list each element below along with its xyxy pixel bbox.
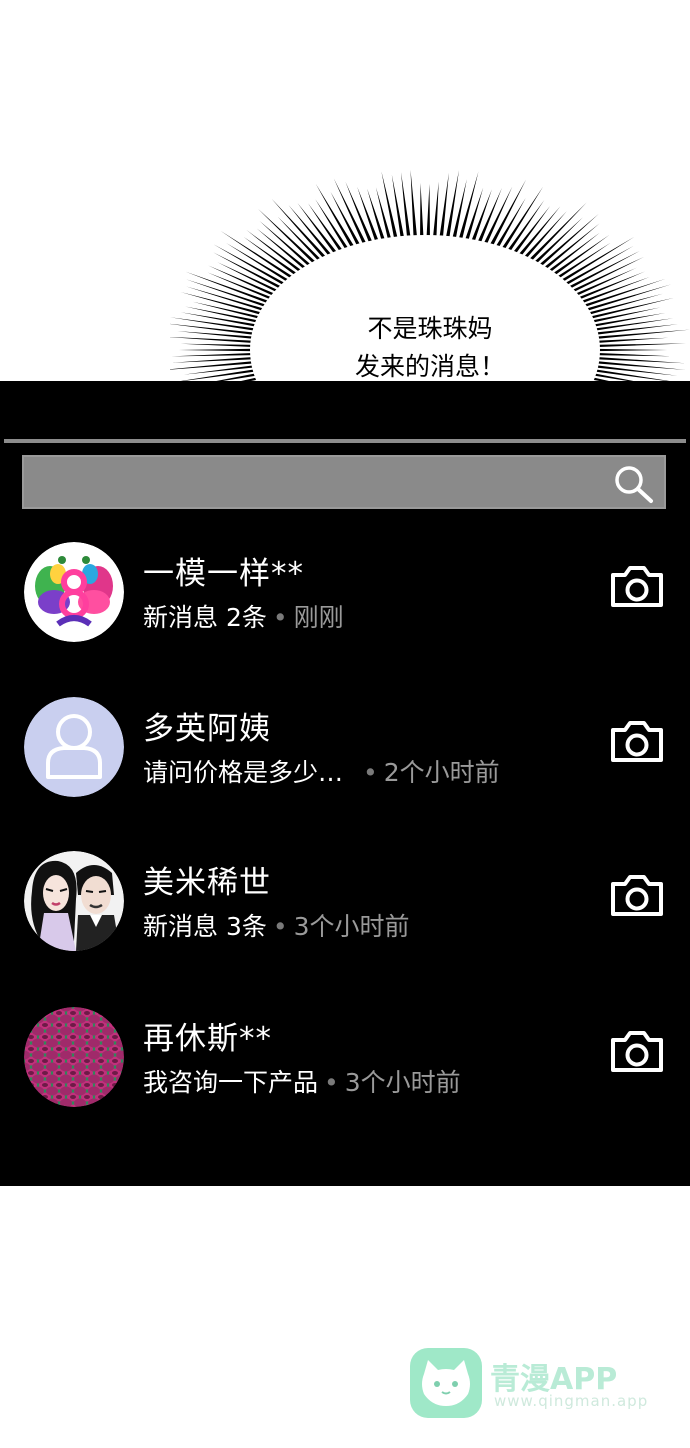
chat-row[interactable]: 多英阿姨 请问价格是多少… • 2个小时前 [0,697,690,837]
separator-dot: • [272,603,288,632]
chat-list-panel: 一模一样** 新消息 2条•刚刚 多英阿姨 请问价格是多少…•2个小时前 [0,381,690,1186]
default-user-avatar [24,697,124,797]
separator-dot: • [272,912,288,941]
last-message: 新消息 2条 [143,603,267,632]
search-icon[interactable] [612,463,656,505]
cat-logo-icon [410,1348,482,1418]
timestamp: 3个小时前 [344,1068,461,1097]
message-preview: 我咨询一下产品 • 3个小时前 [143,1063,461,1099]
camera-icon[interactable] [609,872,665,918]
watermark-url: www.qingman.app [494,1392,649,1410]
last-message: 新消息 3条 [143,912,267,941]
last-message: 我咨询一下产品 [143,1068,319,1097]
speech-line-1: 不是珠珠妈 [367,314,493,343]
last-message: 请问价格是多少… [143,758,344,787]
pattern-avatar [24,1007,124,1107]
message-preview: 新消息 3条 • 3个小时前 [143,907,410,943]
separator-dot: • [363,758,378,787]
contact-name: 再休斯** [143,1021,272,1057]
colorful-logo-avatar [24,542,124,642]
separator-dot: • [324,1068,339,1097]
message-preview: 新消息 2条 • 刚刚 [143,598,344,634]
timestamp: 刚刚 [293,603,344,632]
contact-name: 美米稀世 [143,865,271,901]
chat-row[interactable]: 再休斯** 我咨询一下产品 • 3个小时前 [0,1007,690,1147]
chat-row[interactable]: 一模一样** 新消息 2条 • 刚刚 [0,542,690,682]
speech-bubble-text: 不是珠珠妈 发来的消息！ [170,310,690,386]
timestamp: 3个小时前 [293,912,410,941]
message-preview: 请问价格是多少… • 2个小时前 [143,753,500,789]
divider [4,439,686,443]
couple-photo-avatar [24,851,124,951]
search-input[interactable] [22,455,666,509]
chat-row[interactable]: 美米稀世 新消息 3条 • 3个小时前 [0,851,690,991]
contact-name: 一模一样** [143,556,304,592]
timestamp: 2个小时前 [383,758,500,787]
camera-icon[interactable] [609,563,665,609]
contact-name: 多英阿姨 [143,711,271,747]
camera-icon[interactable] [609,718,665,764]
camera-icon[interactable] [609,1028,665,1074]
watermark-logo: 青漫APP www.qingman.app [410,1348,650,1418]
